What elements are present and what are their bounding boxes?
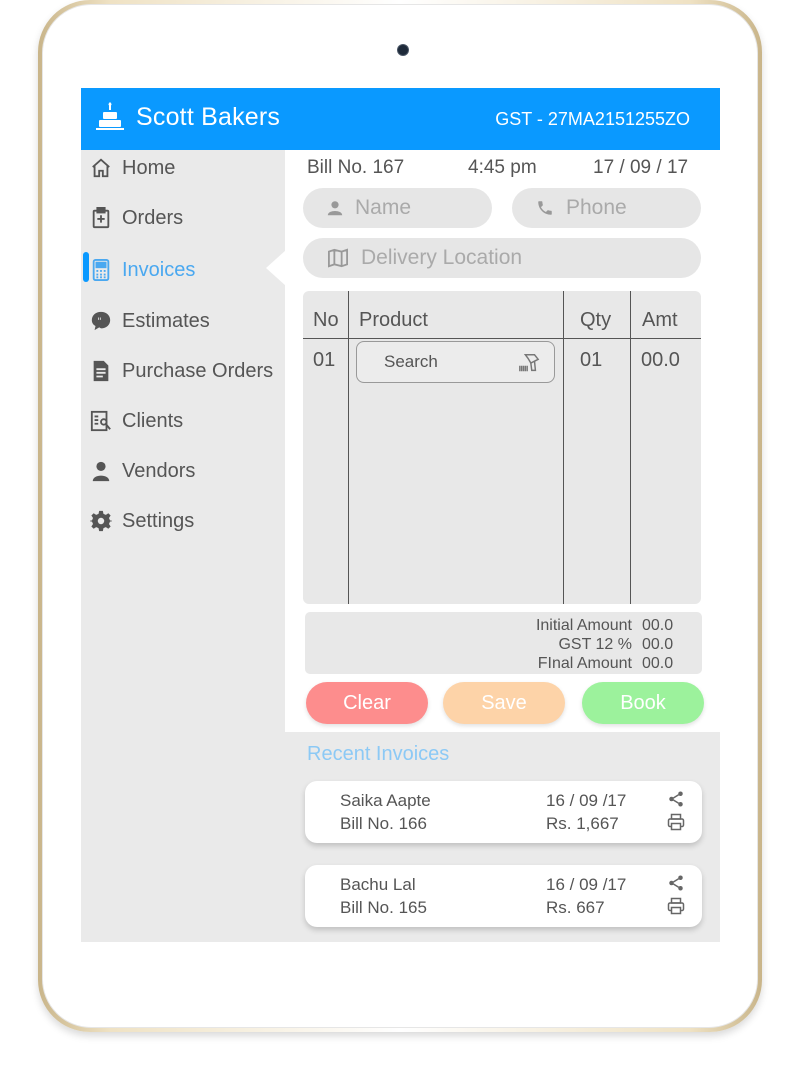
invoice-amount: Rs. 667 (546, 898, 605, 917)
invoice-bill-number: Bill No. 166 (340, 814, 427, 833)
sidebar-item-label: Home (122, 156, 176, 179)
delivery-location-field[interactable]: Delivery Location (303, 238, 701, 278)
sidebar-item-label: Purchase Orders (122, 359, 274, 382)
barcode-scanner-icon[interactable] (518, 352, 540, 379)
sidebar-item-label: Estimates (122, 309, 210, 332)
sidebar-item-orders[interactable]: Orders (81, 198, 285, 238)
totals-panel: Initial Amount 00.0 GST 12 % 00.0 FInal … (305, 612, 702, 674)
invoice-amount: Rs. 1,667 (546, 814, 619, 833)
phone-placeholder: Phone (566, 196, 627, 219)
final-amount-value: 00.0 (642, 655, 674, 672)
initial-amount-row: Initial Amount 00.0 (536, 617, 678, 635)
book-button[interactable]: Book (582, 682, 704, 724)
phone-field[interactable]: Phone (512, 188, 701, 228)
search-placeholder: Search (384, 352, 438, 371)
recent-invoices-title: Recent Invoices (307, 743, 450, 765)
name-placeholder: Name (355, 196, 412, 219)
sidebar-item-label: Orders (122, 206, 184, 229)
row-number: 01 (313, 349, 336, 371)
person-icon (89, 459, 113, 483)
gst-label: GST 12 % (558, 636, 632, 653)
invoice-panel: Bill No. 167 4:45 pm 17 / 09 / 17 Name P… (285, 150, 720, 942)
header-bar: Scott Bakers GST - 27MA2151255ZO (81, 88, 720, 150)
sidebar-item-invoices[interactable]: Invoices (81, 250, 285, 290)
home-icon (89, 156, 113, 180)
invoice-date: 16 / 09 /17 (546, 791, 627, 810)
gear-icon (89, 509, 113, 533)
print-icon[interactable] (667, 813, 685, 836)
share-icon[interactable] (667, 790, 685, 813)
gst-number: GST - 27MA2151255ZO (495, 109, 690, 129)
app-title: Scott Bakers (136, 103, 281, 131)
phone-icon (536, 199, 554, 217)
sidebar-item-purchase-orders[interactable]: Purchase Orders (81, 351, 285, 391)
product-search-input[interactable]: Search (356, 341, 555, 383)
document-icon (89, 359, 113, 383)
cake-logo-icon (95, 102, 125, 132)
row-amount: 00.0 (641, 349, 680, 371)
sidebar-item-label: Vendors (122, 459, 196, 482)
column-header-amt: Amt (642, 309, 678, 331)
column-header-no: No (313, 309, 339, 331)
initial-amount-label: Initial Amount (535, 617, 632, 634)
final-amount-row: FInal Amount 00.0 (538, 655, 678, 673)
recent-invoices-section: Recent Invoices Saika Aapte Bill No. 166… (285, 732, 720, 942)
contacts-icon (89, 409, 113, 433)
invoice-bill-number: Bill No. 165 (340, 898, 427, 917)
gst-value: 00.0 (642, 636, 674, 653)
quote-bubble-icon: " (89, 309, 113, 333)
column-header-product: Product (359, 309, 428, 331)
row-qty[interactable]: 01 (580, 349, 602, 372)
app-screen: Scott Bakers GST - 27MA2151255ZO Home Or… (81, 88, 720, 942)
svg-text:": " (97, 316, 101, 327)
save-button[interactable]: Save (443, 682, 565, 724)
print-icon[interactable] (667, 897, 685, 920)
gst-row: GST 12 % 00.0 (558, 636, 678, 654)
invoice-date: 16 / 09 /17 (546, 875, 627, 894)
initial-amount-value: 00.0 (642, 617, 674, 634)
client-name: Saika Aapte (340, 791, 431, 810)
recent-invoice-card[interactable]: Saika Aapte Bill No. 166 16 / 09 /17 Rs.… (305, 781, 702, 843)
sidebar-item-label: Invoices (122, 258, 196, 281)
person-icon (327, 200, 343, 216)
bill-time: 4:45 pm (468, 157, 537, 178)
location-placeholder: Delivery Location (361, 246, 523, 269)
sidebar: Home Orders Invoices " Estimates Purchas… (81, 148, 286, 942)
bill-date: 17 / 09 / 17 (593, 157, 689, 178)
clipboard-plus-icon (89, 206, 113, 230)
sidebar-item-label: Settings (122, 509, 195, 532)
product-table: No Product Qty Amt 01 Search 01 00.0 (303, 291, 701, 604)
column-header-qty: Qty (580, 309, 612, 331)
bill-number: Bill No. 167 (307, 157, 405, 178)
map-icon (327, 248, 349, 268)
camera-icon (398, 45, 408, 55)
sidebar-item-clients[interactable]: Clients (81, 401, 285, 441)
calculator-icon (89, 258, 113, 282)
client-name: Bachu Lal (340, 875, 416, 894)
sidebar-item-vendors[interactable]: Vendors (81, 451, 285, 491)
recent-invoice-card[interactable]: Bachu Lal Bill No. 165 16 / 09 /17 Rs. 6… (305, 865, 702, 927)
sidebar-item-label: Clients (122, 409, 184, 432)
sidebar-item-home[interactable]: Home (81, 148, 285, 188)
sidebar-item-estimates[interactable]: " Estimates (81, 301, 285, 341)
clear-button[interactable]: Clear (306, 682, 428, 724)
name-field[interactable]: Name (303, 188, 492, 228)
share-icon[interactable] (667, 874, 685, 897)
final-amount-label: FInal Amount (537, 655, 632, 672)
active-nav-caret (266, 250, 286, 286)
sidebar-item-settings[interactable]: Settings (81, 501, 285, 541)
table-header-divider (303, 338, 701, 339)
